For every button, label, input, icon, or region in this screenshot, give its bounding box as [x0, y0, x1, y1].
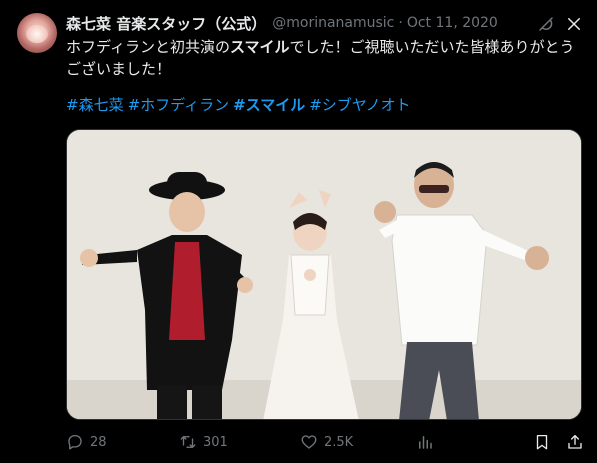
heart-icon [301, 435, 317, 449]
reply-button[interactable]: 28 [66, 430, 107, 454]
tweet-text: ホフディランと初共演のスマイルでした！ご視聴いただいた皆様ありがとうございました… [66, 36, 586, 80]
tweet-date[interactable]: Oct 11, 2020 [407, 15, 498, 31]
separator: · [398, 15, 403, 31]
grok-icon[interactable] [537, 15, 555, 33]
display-name[interactable]: 森七菜 音楽スタッフ（公式） [66, 13, 266, 34]
hashtag-link[interactable]: #ホフディラン [128, 96, 230, 114]
tweet: 森七菜 音楽スタッフ（公式） @morinanamusic · Oct 11, … [0, 0, 597, 463]
views-button[interactable] [416, 430, 434, 454]
user-handle[interactable]: @morinanamusic [272, 15, 394, 31]
avatar[interactable] [17, 13, 57, 53]
like-button[interactable]: 2.5K [300, 430, 353, 454]
repost-icon [180, 436, 196, 448]
tweet-header: 森七菜 音楽スタッフ（公式） @morinanamusic · Oct 11, … [66, 13, 547, 33]
photo-illustration [67, 130, 581, 419]
share-icon [568, 434, 582, 449]
action-bar: 28 301 2.5K [66, 430, 586, 454]
views-icon [419, 436, 432, 449]
reply-count: 28 [90, 434, 107, 450]
repost-count: 301 [203, 434, 228, 450]
bookmark-icon [536, 434, 548, 450]
tweet-photo[interactable] [66, 129, 582, 420]
hashtag-link[interactable]: #スマイル [233, 96, 305, 114]
share-button[interactable] [566, 430, 584, 454]
repost-button[interactable]: 301 [179, 430, 228, 454]
tweet-text-part1: ホフディランと初共演の [66, 38, 230, 56]
bookmark-button[interactable] [533, 430, 551, 454]
close-icon[interactable] [565, 15, 583, 33]
hashtag-list: #森七菜 #ホフディラン #スマイル #シブヤノオト [66, 94, 586, 116]
like-count: 2.5K [324, 434, 354, 450]
hashtag-link[interactable]: #森七菜 [66, 96, 124, 114]
tweet-text-bold: スマイル [229, 38, 290, 56]
reply-icon [68, 434, 82, 450]
hashtag-link[interactable]: #シブヤノオト [309, 96, 410, 114]
